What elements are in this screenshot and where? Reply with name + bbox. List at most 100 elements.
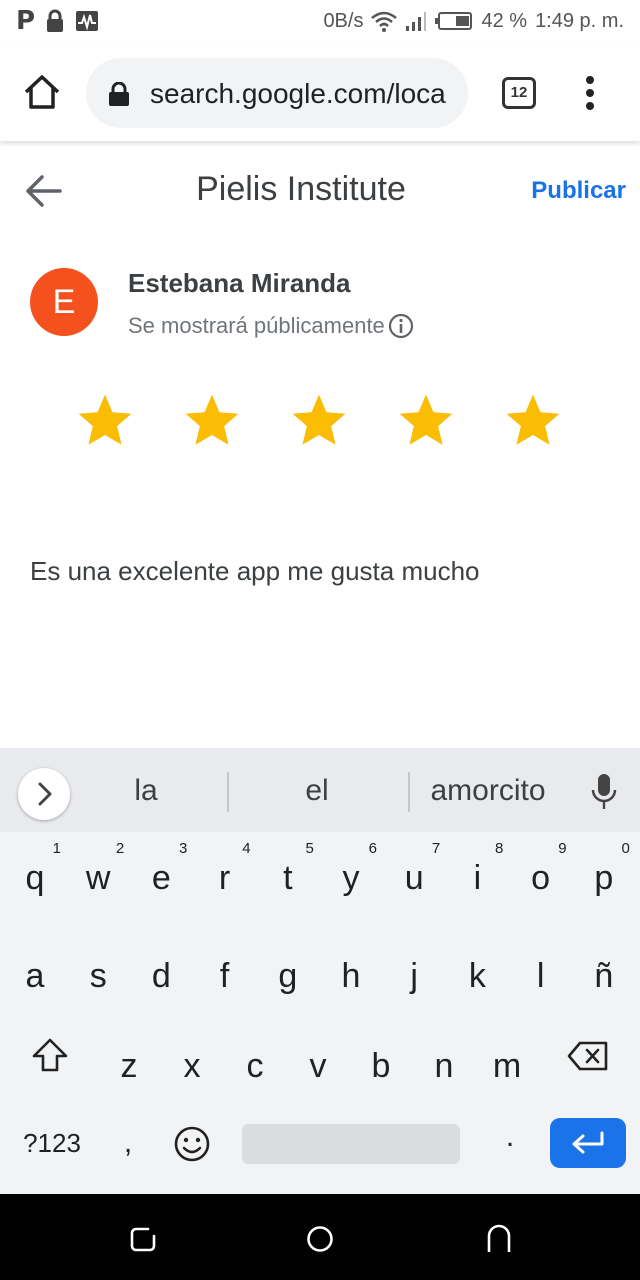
review-text-field[interactable]: Es una excelente app me gusta mucho	[30, 556, 480, 587]
suggestion-divider	[408, 772, 410, 812]
star-3-icon[interactable]	[288, 390, 350, 452]
key-number-hint: 8	[495, 840, 504, 857]
parking-app-icon: P	[16, 6, 36, 36]
key-letter: b	[371, 1047, 391, 1085]
key-row1-2[interactable]: w2	[70, 840, 126, 920]
key-letter: f	[219, 957, 230, 995]
key-letter: m	[492, 1047, 522, 1085]
enter-key[interactable]	[550, 1118, 626, 1168]
key-row1-9[interactable]: o9	[513, 840, 569, 920]
back-nav-icon[interactable]	[484, 1224, 514, 1254]
key-row1-3[interactable]: e3	[133, 840, 189, 920]
key-row2-7[interactable]: j	[386, 938, 442, 1018]
key-row2-1[interactable]: a	[7, 938, 63, 1018]
emoji-icon[interactable]	[172, 1124, 212, 1164]
key-row3-2[interactable]: x	[164, 1028, 220, 1108]
star-4-icon[interactable]	[395, 390, 457, 452]
comma-key[interactable]: ,	[108, 1126, 148, 1160]
key-row2-4[interactable]: f	[197, 938, 253, 1018]
suggestion-3[interactable]: amorcito	[420, 774, 556, 808]
star-2-icon[interactable]	[181, 390, 243, 452]
key-letter: o	[531, 859, 551, 897]
browser-toolbar: search.google.com/loca 12	[0, 44, 640, 142]
suggestion-1[interactable]: la	[110, 774, 182, 808]
url-text: search.google.com/loca	[150, 78, 446, 109]
key-row2-2[interactable]: s	[70, 938, 126, 1018]
key-row2-8[interactable]: k	[449, 938, 505, 1018]
key-row3-4[interactable]: v	[290, 1028, 346, 1108]
key-letter: z	[120, 1047, 138, 1085]
key-row3-1[interactable]: z	[101, 1028, 157, 1108]
key-row3-7[interactable]: m	[479, 1028, 535, 1108]
key-letter: n	[434, 1047, 454, 1085]
key-number-hint: 5	[305, 840, 314, 857]
address-bar[interactable]: search.google.com/loca	[86, 58, 468, 128]
home-circle-icon[interactable]	[305, 1224, 335, 1254]
star-1-icon[interactable]	[74, 390, 136, 452]
key-number-hint: 7	[431, 840, 441, 857]
battery-percent: 42 %	[481, 10, 528, 32]
key-number-hint: 0	[621, 840, 630, 857]
key-letter: p	[594, 859, 614, 897]
key-row1-6[interactable]: y6	[323, 840, 379, 920]
key-row1-1[interactable]: q1	[7, 840, 63, 920]
symbols-key[interactable]: ?123	[14, 1128, 90, 1159]
avatar: E	[30, 268, 98, 336]
key-letter: k	[468, 957, 486, 995]
star-5-icon[interactable]	[502, 390, 564, 452]
page-title: Pielis Institute	[196, 170, 406, 208]
recents-icon[interactable]	[128, 1224, 158, 1254]
key-letter: d	[151, 957, 171, 995]
key-number-hint: 1	[52, 840, 61, 857]
wifi-icon	[371, 11, 398, 32]
visibility-note: Se mostrará públicamente	[128, 312, 415, 340]
lock-notification-icon	[47, 9, 64, 32]
key-row1-7[interactable]: u7	[386, 840, 442, 920]
backspace-icon[interactable]	[566, 1040, 610, 1072]
status-bar: P 0B/s 42 % 1:49 p. m.	[0, 0, 640, 44]
enter-icon	[572, 1131, 604, 1154]
activity-notification-icon	[76, 11, 99, 31]
publish-button[interactable]: Publicar	[531, 177, 626, 205]
key-row2-10[interactable]: ñ	[576, 938, 632, 1018]
key-row1-8[interactable]: i8	[449, 840, 505, 920]
key-letter: l	[536, 957, 545, 995]
key-letter: w	[85, 859, 111, 897]
author-name: Estebana Miranda	[128, 268, 351, 298]
home-icon[interactable]	[22, 72, 62, 112]
key-row3-6[interactable]: n	[416, 1028, 472, 1108]
chevron-right-icon[interactable]	[18, 768, 70, 820]
key-row2-9[interactable]: l	[513, 938, 569, 1018]
status-notification-icons: P	[16, 8, 99, 34]
key-letter: v	[309, 1047, 327, 1085]
key-row3-3[interactable]: c	[227, 1028, 283, 1108]
microphone-icon[interactable]	[590, 772, 618, 812]
suggestion-2[interactable]: el	[272, 774, 362, 808]
tab-switcher-button[interactable]: 12	[502, 77, 536, 109]
signal-icon	[406, 12, 427, 31]
key-row2-5[interactable]: g	[260, 938, 316, 1018]
key-letter: h	[341, 957, 361, 995]
key-letter: j	[410, 957, 418, 995]
status-system-icons: 0B/s 42 % 1:49 p. m.	[323, 9, 624, 33]
key-row2-3[interactable]: d	[133, 938, 189, 1018]
key-row1-5[interactable]: t5	[260, 840, 316, 920]
key-letter: t	[283, 859, 293, 897]
key-row2-6[interactable]: h	[323, 938, 379, 1018]
key-letter: g	[278, 957, 298, 995]
key-letter: x	[183, 1047, 201, 1085]
key-row3-5[interactable]: b	[353, 1028, 409, 1108]
review-header: Pielis Institute Publicar	[0, 150, 640, 230]
key-letter: c	[246, 1047, 264, 1085]
shift-icon[interactable]	[30, 1036, 70, 1076]
key-row1-4[interactable]: r4	[197, 840, 253, 920]
key-row1-10[interactable]: p0	[576, 840, 632, 920]
visibility-note-text: Se mostrará públicamente	[128, 313, 385, 338]
period-key[interactable]: .	[492, 1120, 528, 1154]
key-letter: i	[473, 859, 482, 897]
key-letter: y	[342, 859, 360, 897]
spacebar[interactable]	[242, 1124, 460, 1164]
star-rating	[74, 390, 574, 454]
more-options-icon[interactable]	[576, 74, 604, 112]
info-icon[interactable]	[387, 312, 415, 340]
